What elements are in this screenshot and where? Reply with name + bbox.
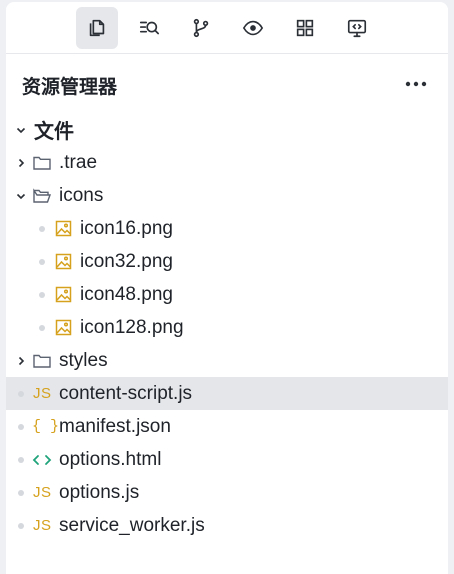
tree-item-label: icon32.png bbox=[80, 250, 173, 272]
tree-item-label: service_worker.js bbox=[59, 514, 205, 536]
tree-item-options-js[interactable]: JS options.js bbox=[6, 476, 448, 509]
tree-item-icon128[interactable]: icon128.png bbox=[6, 311, 448, 344]
tree-item-label: options.js bbox=[59, 481, 140, 503]
remote-display-button[interactable] bbox=[336, 7, 378, 49]
indent-dot bbox=[18, 522, 24, 529]
activity-toolbar bbox=[6, 2, 448, 54]
chevron-down-icon bbox=[15, 190, 27, 202]
indent-dot bbox=[18, 456, 24, 463]
chevron-right-icon bbox=[15, 355, 27, 367]
extensions-button[interactable] bbox=[284, 7, 326, 49]
tree-item-content-script[interactable]: JS content-script.js bbox=[6, 377, 448, 410]
tree-item-trae[interactable]: .trae bbox=[6, 146, 448, 179]
folder-icon bbox=[33, 153, 51, 173]
tree-item-icon48[interactable]: icon48.png bbox=[6, 278, 448, 311]
files-icon bbox=[89, 19, 105, 36]
indent-dot bbox=[39, 324, 45, 331]
tree-item-label: manifest.json bbox=[59, 415, 171, 437]
remote-display-icon bbox=[347, 19, 367, 37]
indent-dot bbox=[18, 489, 24, 496]
indent-dot bbox=[39, 258, 45, 265]
tree-item-label: icons bbox=[59, 184, 104, 206]
js-file-icon: JS bbox=[33, 385, 52, 402]
tree-item-label: styles bbox=[59, 349, 108, 371]
tree-item-label: icon48.png bbox=[80, 283, 173, 305]
image-file-icon bbox=[55, 252, 72, 272]
explorer-header: 资源管理器 bbox=[6, 68, 448, 102]
folder-icon bbox=[33, 351, 51, 371]
tree-item-manifest[interactable]: { } manifest.json bbox=[6, 410, 448, 443]
tree-item-icon32[interactable]: icon32.png bbox=[6, 245, 448, 278]
js-file-icon: JS bbox=[33, 517, 52, 534]
js-file-icon: JS bbox=[33, 484, 52, 501]
tree-item-label: icon128.png bbox=[80, 316, 184, 338]
tree-item-label: icon16.png bbox=[80, 217, 173, 239]
tree-item-label: content-script.js bbox=[59, 382, 193, 404]
folder-open-icon bbox=[33, 186, 51, 206]
more-actions-button[interactable] bbox=[402, 72, 430, 96]
tree-item-options-html[interactable]: options.html bbox=[6, 443, 448, 476]
source-control-button[interactable] bbox=[180, 7, 222, 49]
search-button[interactable] bbox=[128, 7, 170, 49]
preview-icon bbox=[242, 20, 264, 35]
explorer-title: 资源管理器 bbox=[22, 75, 118, 98]
explorer-panel: 资源管理器 文件 .trae icons icon16.png icon32.p… bbox=[6, 2, 448, 574]
html-file-icon bbox=[32, 450, 52, 470]
image-file-icon bbox=[55, 285, 72, 305]
tree-root-folder[interactable]: 文件 bbox=[6, 113, 448, 146]
indent-dot bbox=[39, 225, 45, 232]
tree-item-icons[interactable]: icons bbox=[6, 179, 448, 212]
tree-item-icon16[interactable]: icon16.png bbox=[6, 212, 448, 245]
tree-root-label: 文件 bbox=[34, 119, 74, 143]
indent-dot bbox=[18, 390, 24, 397]
source-control-icon bbox=[193, 18, 209, 37]
search-icon bbox=[139, 21, 159, 34]
image-file-icon bbox=[55, 219, 72, 239]
tree-item-styles[interactable]: styles bbox=[6, 344, 448, 377]
files-button[interactable] bbox=[76, 6, 118, 49]
more-icon bbox=[405, 81, 427, 87]
file-tree: 文件 .trae icons icon16.png icon32.png ico… bbox=[6, 113, 448, 542]
chevron-down-icon bbox=[15, 124, 27, 136]
indent-dot bbox=[39, 291, 45, 298]
tree-item-label: options.html bbox=[59, 448, 162, 470]
image-file-icon bbox=[55, 318, 72, 338]
indent-dot bbox=[18, 423, 24, 430]
extensions-icon bbox=[296, 19, 314, 36]
tree-item-label: .trae bbox=[59, 151, 98, 173]
preview-button[interactable] bbox=[232, 7, 274, 49]
json-file-icon: { } bbox=[32, 418, 60, 435]
chevron-right-icon bbox=[15, 157, 27, 169]
tree-item-service-worker[interactable]: JS service_worker.js bbox=[6, 509, 448, 542]
